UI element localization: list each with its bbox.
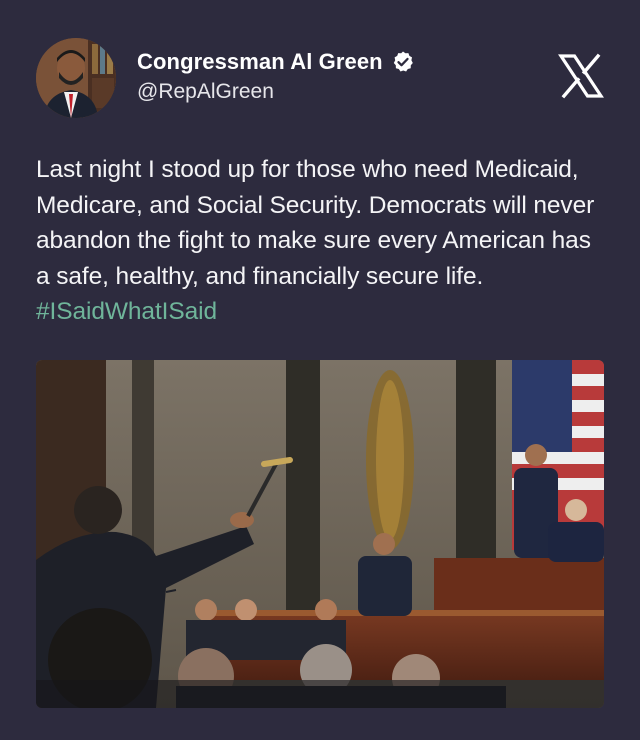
tweet-body: Last night I stood up for those who need… <box>36 156 595 290</box>
hashtag-link[interactable]: #ISaidWhatISaid <box>36 298 217 325</box>
tweet-card: Congressman Al Green @RepAlGreen Last ni… <box>0 0 640 740</box>
author-handle[interactable]: @RepAlGreen <box>137 80 274 104</box>
profile-avatar[interactable] <box>36 38 116 118</box>
x-logo-icon[interactable] <box>557 52 605 100</box>
verified-badge-icon <box>393 51 413 72</box>
author-display-name[interactable]: Congressman Al Green <box>137 49 383 75</box>
author-name-row: Congressman Al Green <box>137 48 415 76</box>
tweet-text: Last night I stood up for those who need… <box>36 152 611 330</box>
tweet-photo[interactable] <box>36 360 604 708</box>
